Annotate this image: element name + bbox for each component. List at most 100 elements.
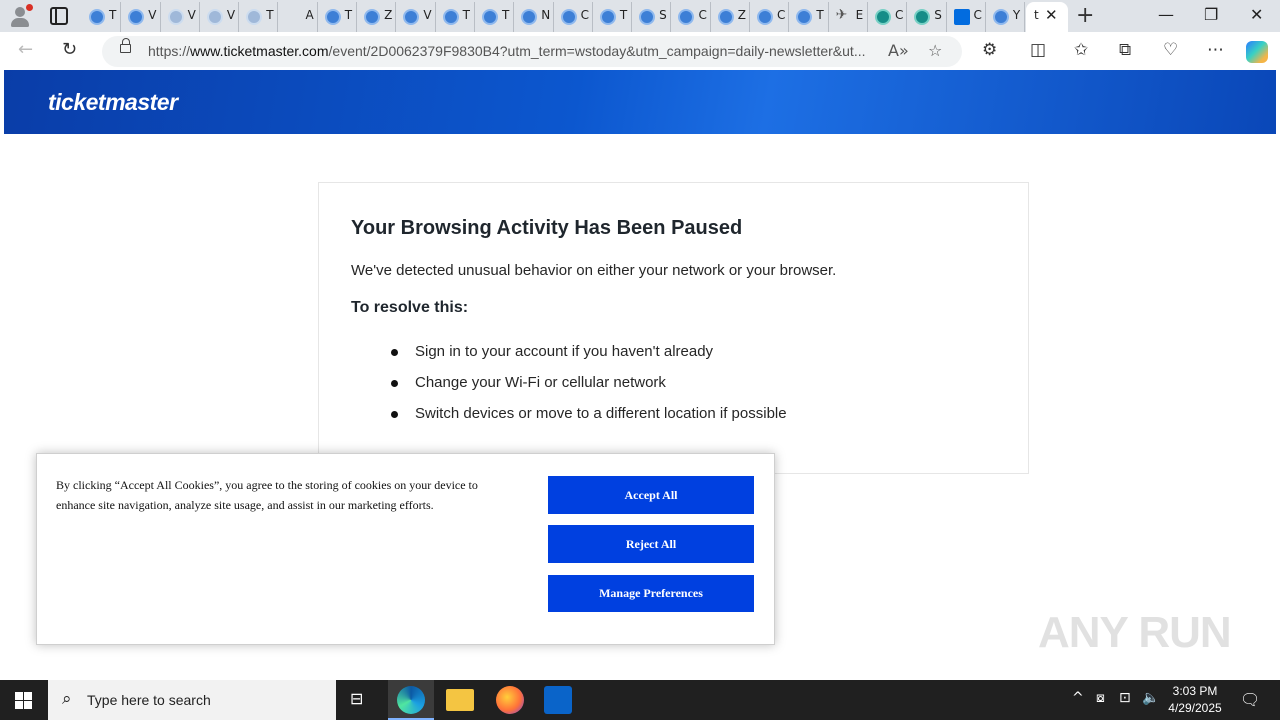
browser-tab[interactable]: C — [868, 2, 908, 32]
tab-favicon-icon — [639, 9, 656, 25]
more-menu-icon[interactable]: ⋯ — [1207, 40, 1224, 60]
browser-tab[interactable]: T — [475, 2, 515, 32]
file-explorer-icon[interactable] — [446, 689, 474, 711]
new-tab-button[interactable]: + — [1076, 3, 1094, 28]
close-tab-icon[interactable]: ✕ — [1045, 6, 1058, 24]
windows-taskbar: ⌕ Type here to search ⊟ ^ ⧇ ⊡ 🔈 3:03 PM … — [0, 680, 1280, 720]
collections-icon[interactable]: ⧉ — [1119, 40, 1131, 60]
browser-tab[interactable]: T — [789, 2, 829, 32]
browser-tab[interactable]: T — [436, 2, 475, 32]
notifications-icon[interactable]: 🗨 — [1240, 690, 1260, 709]
tab-favicon-icon — [796, 9, 813, 25]
browser-tab[interactable]: E — [829, 2, 868, 32]
tab-title: C — [698, 8, 707, 22]
tab-title: S — [934, 8, 942, 22]
taskbar-search-box[interactable]: ⌕ Type here to search — [48, 680, 336, 720]
address-bar[interactable]: https://www.ticketmaster.com/event/2D006… — [102, 36, 962, 67]
tab-favicon-icon — [992, 9, 1009, 25]
site-header: ticketmaster — [4, 70, 1276, 134]
browser-tab[interactable]: C — [750, 2, 790, 32]
browser-tab[interactable]: V — [161, 2, 200, 32]
tab-title: T — [816, 8, 824, 22]
browser-tab[interactable]: S — [907, 2, 947, 32]
accept-all-button[interactable]: Accept All — [548, 476, 754, 514]
list-item: Sign in to your account if you haven't a… — [391, 343, 787, 374]
tab-title: Z — [384, 8, 393, 22]
edge-browser-icon[interactable] — [397, 686, 425, 714]
tab-favicon-icon — [481, 9, 498, 25]
browser-tab[interactable]: T — [82, 2, 122, 32]
tab-favicon-icon — [128, 9, 145, 25]
reject-all-button[interactable]: Reject All — [548, 525, 754, 563]
browser-tab[interactable]: V — [121, 2, 161, 32]
tab-favicon-icon — [874, 9, 891, 25]
restore-icon[interactable]: ❐ — [1204, 5, 1218, 24]
browser-tab[interactable]: N — [514, 2, 554, 32]
step-text: Switch devices or move to a different lo… — [415, 405, 787, 422]
tab-favicon-icon — [678, 9, 695, 25]
taskbar-clock[interactable]: 3:03 PM 4/29/2025 — [1160, 683, 1230, 717]
browser-tab[interactable]: C — [671, 2, 711, 32]
notice-description: We've detected unusual behavior on eithe… — [351, 262, 837, 279]
favorite-star-icon[interactable]: ☆ — [928, 41, 942, 60]
address-toolbar: ← ↻ https://www.ticketmaster.com/event/2… — [0, 32, 1280, 70]
browser-tab[interactable]: V — [396, 2, 436, 32]
browser-tab[interactable]: T — [239, 2, 279, 32]
tab-favicon-icon — [403, 9, 420, 25]
outlook-icon[interactable] — [544, 686, 572, 714]
cookie-consent-banner: By clicking “Accept All Cookies”, you ag… — [36, 453, 775, 645]
window-close-icon[interactable]: ✕ — [1250, 5, 1263, 24]
browser-tab[interactable]: T — [318, 2, 358, 32]
browser-tab[interactable]: S — [632, 2, 672, 32]
ticketmaster-logo[interactable]: ticketmaster — [48, 89, 178, 116]
tab-favicon-icon — [167, 9, 184, 25]
resolve-steps-list: Sign in to your account if you haven't a… — [391, 343, 787, 436]
url-text[interactable]: https://www.ticketmaster.com/event/2D006… — [148, 43, 878, 59]
tab-actions-icon[interactable] — [50, 7, 68, 25]
manage-preferences-button[interactable]: Manage Preferences — [548, 575, 754, 612]
tab-title: S — [659, 8, 667, 22]
search-icon: ⌕ — [62, 689, 72, 709]
tab-favicon-icon — [285, 9, 301, 25]
split-screen-icon[interactable]: ◫ — [1030, 40, 1046, 60]
browser-tab[interactable]: Z — [357, 2, 397, 32]
tab-title: E — [855, 8, 864, 22]
profile-avatar-icon[interactable] — [8, 4, 33, 28]
browser-tab[interactable]: Y — [986, 2, 1026, 32]
network-icon[interactable]: ⊡ — [1119, 690, 1131, 706]
task-view-icon[interactable]: ⊟ — [350, 689, 363, 708]
browser-essentials-icon[interactable]: ♡ — [1163, 40, 1178, 60]
tab-favicon-icon — [599, 9, 616, 25]
back-icon[interactable]: ← — [18, 39, 33, 60]
volume-icon[interactable]: 🔈 — [1142, 690, 1159, 706]
active-tab[interactable]: t ✕ — [1026, 2, 1068, 32]
active-tab-title: t — [1034, 8, 1039, 22]
page-title: Your Browsing Activity Has Been Paused — [351, 217, 743, 239]
browser-tab[interactable]: C — [554, 2, 593, 32]
list-item: Change your Wi-Fi or cellular network — [391, 374, 787, 405]
browser-tab[interactable]: V — [200, 2, 240, 32]
browser-tab[interactable]: T — [593, 2, 633, 32]
show-hidden-icons-icon[interactable]: ^ — [1072, 690, 1084, 706]
firefox-icon[interactable] — [496, 686, 524, 714]
read-aloud-icon[interactable]: A» — [888, 41, 909, 60]
tab-title: T — [619, 8, 628, 22]
minimize-icon[interactable]: — — [1158, 5, 1174, 24]
favorites-icon[interactable]: ✩ — [1074, 40, 1088, 60]
browser-tab[interactable]: C — [947, 2, 986, 32]
tab-title: T — [109, 8, 117, 22]
tab-favicon-icon — [717, 9, 734, 25]
browser-tab[interactable]: Z — [711, 2, 751, 32]
tab-title: V — [187, 8, 196, 22]
tab-favicon-icon — [560, 9, 577, 25]
copilot-icon[interactable] — [1246, 41, 1268, 63]
browser-tab[interactable]: A — [278, 2, 318, 32]
tab-favicon-icon — [324, 9, 341, 25]
tab-favicon-icon — [836, 7, 852, 25]
tab-favicon-icon — [521, 9, 538, 25]
meet-now-icon[interactable]: ⧇ — [1096, 690, 1105, 706]
windows-start-icon[interactable] — [15, 692, 32, 709]
refresh-icon[interactable]: ↻ — [62, 39, 77, 60]
lock-icon[interactable] — [120, 38, 131, 53]
extensions-icon[interactable]: ⚙ — [982, 40, 997, 60]
